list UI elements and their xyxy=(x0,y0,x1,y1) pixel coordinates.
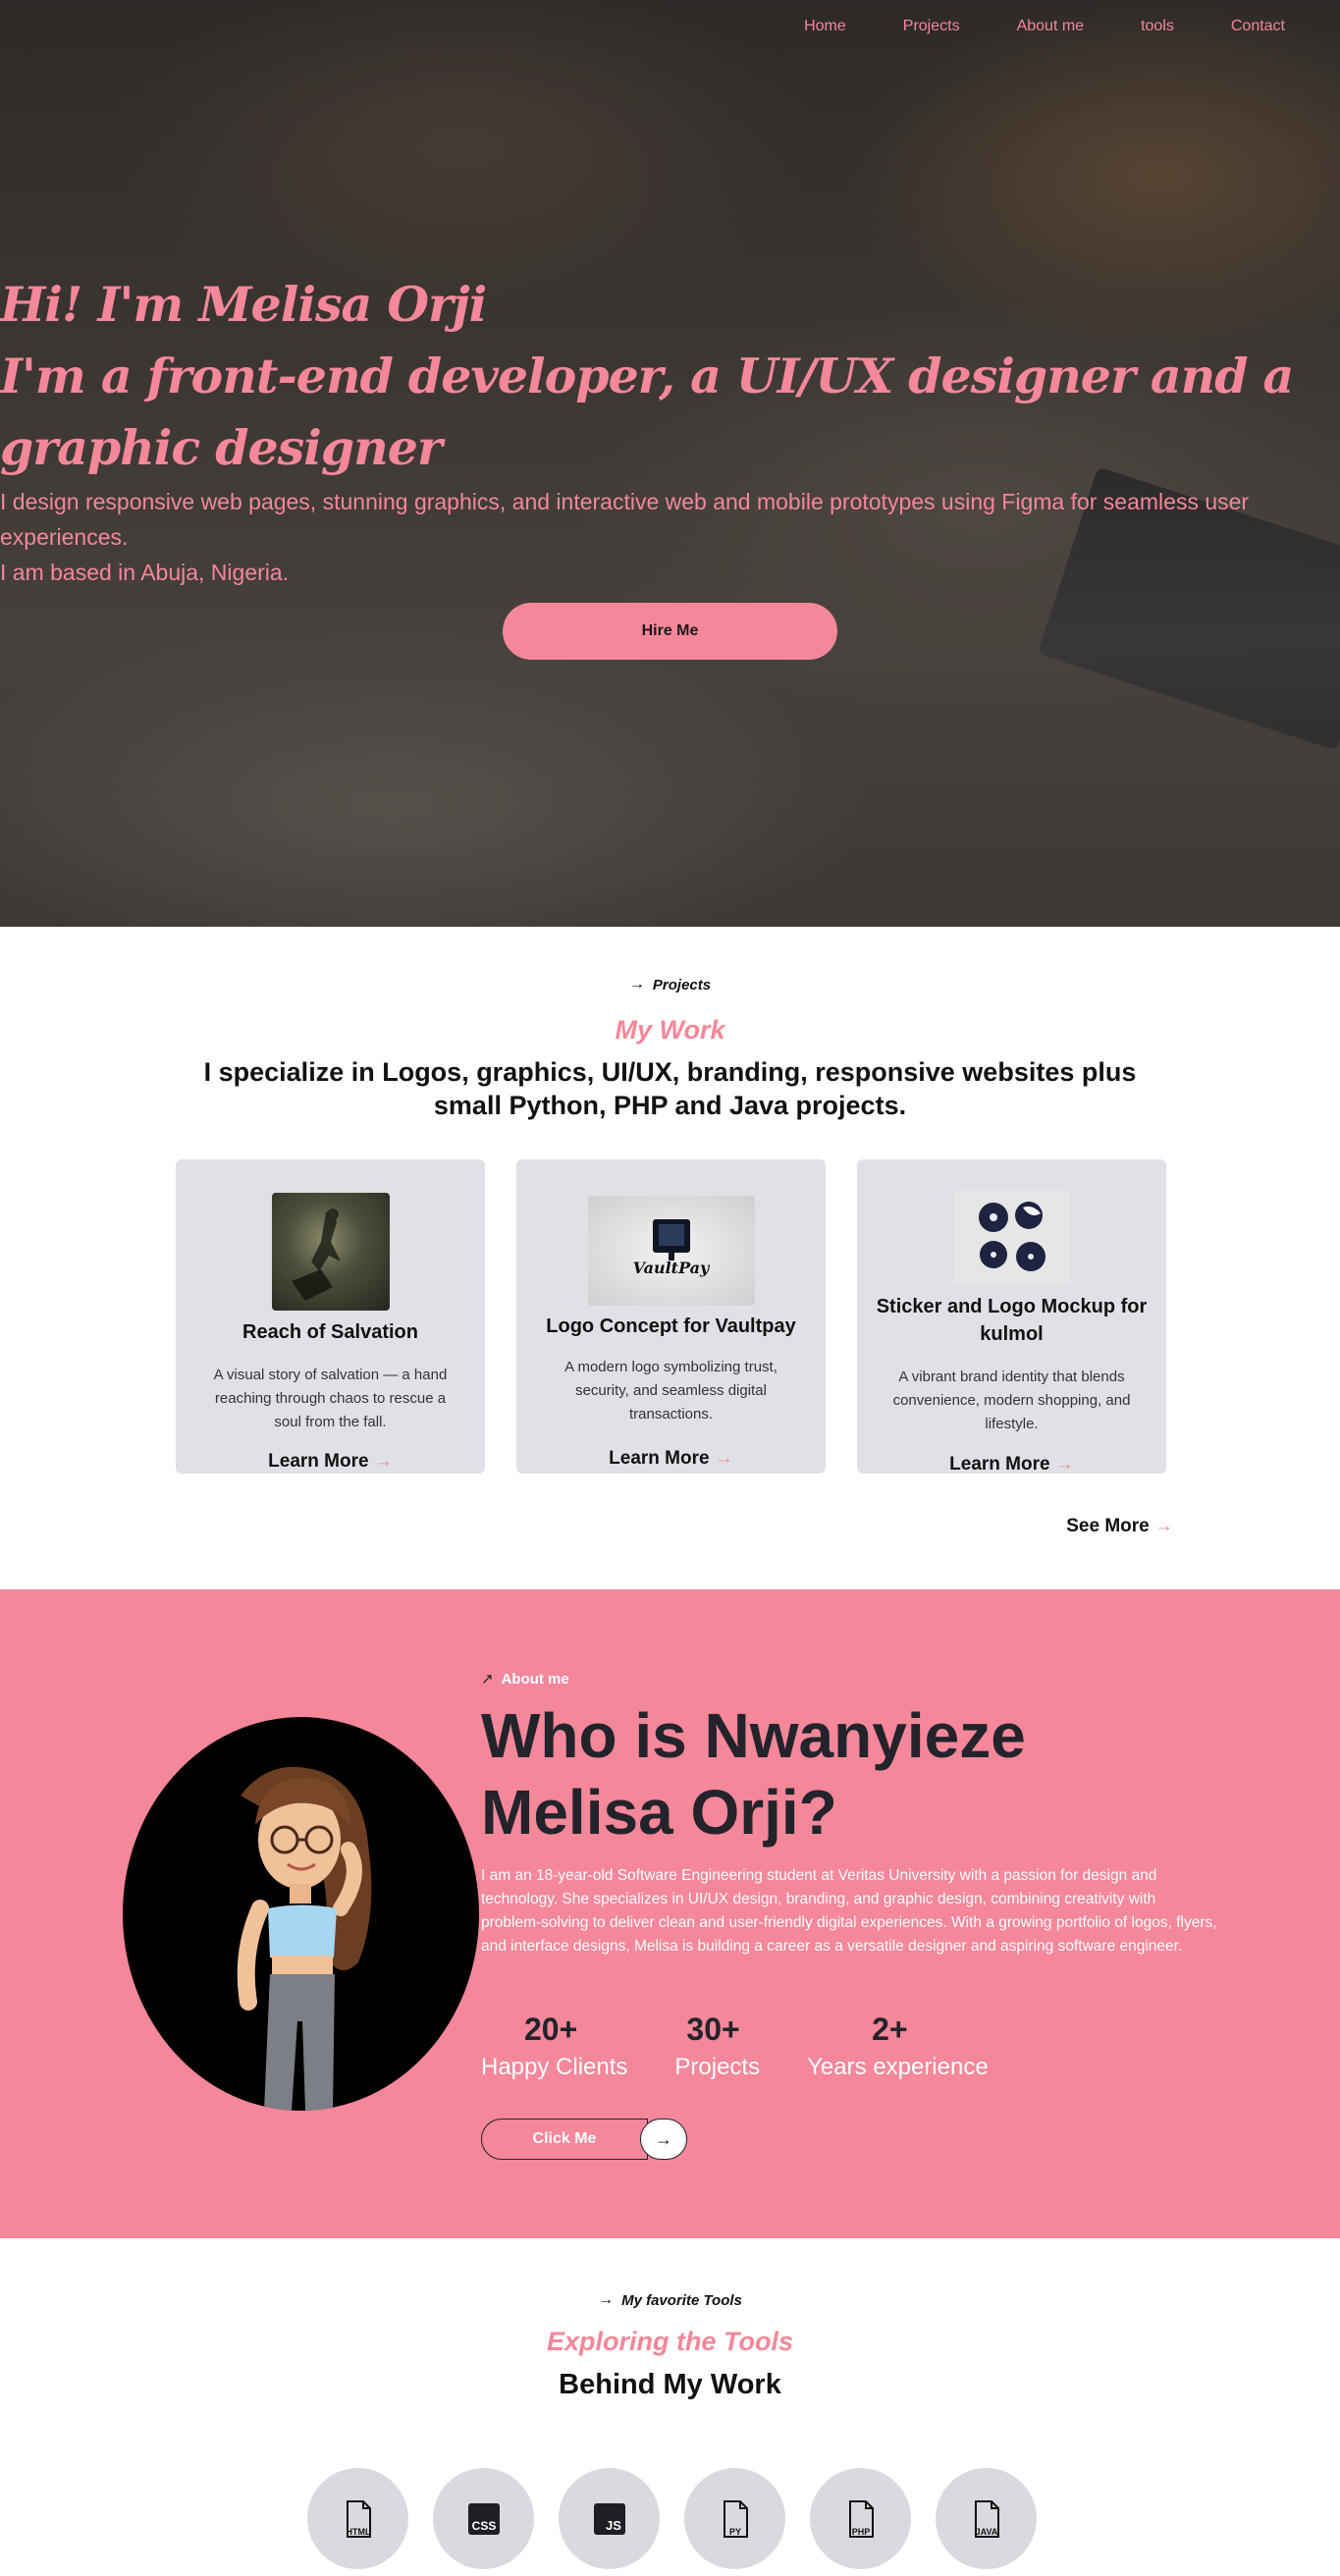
click-me-group: Click Me → xyxy=(481,2119,688,2160)
arrow-right-icon: → xyxy=(714,1448,733,1469)
stats: 20+ Happy Clients 30+ Projects 2+ Years … xyxy=(481,2012,1036,2081)
avatar xyxy=(123,1717,479,2111)
top-nav: Home Projects About me tools Contact xyxy=(747,18,1285,35)
tools-eyebrow: → My favorite Tools xyxy=(0,2291,1340,2309)
css-icon: CSS xyxy=(467,2502,500,2535)
nav-projects-link[interactable]: Projects xyxy=(903,18,960,35)
tool-label: JAVA xyxy=(975,2527,997,2537)
tool-item-css: CSS xyxy=(433,2468,534,2569)
learn-more-label: Learn More xyxy=(609,1448,710,1469)
tool-item-python: PY xyxy=(684,2468,785,2569)
projects-eyebrow-label: Projects xyxy=(652,976,712,993)
stat-item: 2+ Years experience xyxy=(807,2012,989,2081)
nav-home-link[interactable]: Home xyxy=(804,18,846,35)
about-section: ↗ About me Who is Nwanyieze Melisa Orji?… xyxy=(0,1589,1340,2238)
project-card: Sticker and Logo Mockup for kulmol A vib… xyxy=(857,1159,1166,1476)
project-card: Reach of Salvation A visual story of sal… xyxy=(176,1159,485,1474)
stat-value: 2+ xyxy=(872,2012,908,2047)
project-card: VaultPay Logo Concept for Vaultpay A mod… xyxy=(516,1159,826,1474)
vaultpay-logo-text: VaultPay xyxy=(632,1259,710,1277)
project-card-title: Sticker and Logo Mockup for kulmol xyxy=(876,1296,1148,1345)
project-cards: Reach of Salvation A visual story of sal… xyxy=(176,1159,1166,1476)
tools-lead: Behind My Work xyxy=(559,2369,781,2400)
nav-tools-link[interactable]: tools xyxy=(1141,18,1174,35)
about-title: Who is Nwanyieze Melisa Orji? xyxy=(481,1700,1026,1848)
arrow-right-icon: → xyxy=(373,1451,393,1472)
about-text: I am an 18-year-old Software Engineering… xyxy=(481,1867,1217,1955)
stat-value: 20+ xyxy=(524,2012,578,2047)
arrow-right-icon: → xyxy=(1054,1454,1074,1475)
vaultpay-logo-image: VaultPay xyxy=(587,1196,755,1306)
stat-value: 30+ xyxy=(686,2012,740,2047)
tool-list: HTML CSS JS PY PHP JAVA xyxy=(307,2468,1037,2569)
arrow-right-icon[interactable]: → xyxy=(640,2119,687,2160)
tool-item-java: JAVA xyxy=(936,2468,1037,2569)
tool-label: PHP xyxy=(851,2527,870,2537)
nav-contact-link[interactable]: Contact xyxy=(1231,18,1285,35)
project-card-description: A visual story of salvation — a hand rea… xyxy=(213,1367,448,1430)
kulmol-sticker-mockup-image xyxy=(953,1190,1070,1284)
hero-content: Hi! I'm Melisa Orji I'm a front-end deve… xyxy=(0,269,1315,590)
learn-more-label: Learn More xyxy=(949,1454,1050,1475)
tools-subtitle: Exploring the Tools xyxy=(546,2327,793,2356)
html-file-icon: HTML xyxy=(346,2499,371,2538)
tool-label: HTML xyxy=(346,2527,370,2537)
hero-title: Hi! I'm Melisa Orji I'm a front-end deve… xyxy=(0,269,1315,484)
click-me-button[interactable]: Click Me xyxy=(481,2119,648,2160)
php-file-icon: PHP xyxy=(848,2499,874,2538)
learn-more-label: Learn More xyxy=(268,1451,369,1472)
project-card-title: Logo Concept for Vaultpay xyxy=(546,1315,796,1337)
projects-lead: I specialize in Logos, graphics, UI/UX, … xyxy=(203,1057,1137,1120)
tool-item-html: HTML xyxy=(307,2468,408,2569)
project-card-description: A vibrant brand identity that blends con… xyxy=(892,1368,1131,1432)
hero-role: I'm a front-end developer, a UI/UX desig… xyxy=(0,348,1294,476)
stat-item: 20+ Happy Clients xyxy=(481,2012,627,2081)
hero-greeting: Hi! I'm Melisa Orji xyxy=(0,276,487,333)
tools-eyebrow-label: My favorite Tools xyxy=(621,2291,742,2309)
see-more-label: See More xyxy=(1066,1516,1150,1536)
hero-location: I am based in Abuja, Nigeria. xyxy=(0,560,290,585)
arrow-right-icon: → xyxy=(1154,1516,1173,1536)
learn-more-link[interactable]: Learn More → xyxy=(516,1448,826,1470)
tool-item-php: PHP xyxy=(810,2468,911,2569)
projects-subtitle: My Work xyxy=(615,1015,725,1045)
java-file-icon: JAVA xyxy=(974,2499,999,2538)
arrow-right-icon: → xyxy=(628,976,645,993)
learn-more-link[interactable]: Learn More → xyxy=(857,1454,1166,1476)
tool-label: PY xyxy=(728,2527,740,2537)
salvation-artwork-image xyxy=(271,1193,390,1311)
tool-item-js: JS xyxy=(559,2468,660,2569)
stat-label: Projects xyxy=(674,2054,761,2080)
stat-label: Happy Clients xyxy=(481,2054,628,2080)
arrow-right-icon: → xyxy=(598,2291,615,2308)
projects-eyebrow: → Projects xyxy=(0,976,1340,993)
about-eyebrow-label: About me xyxy=(501,1670,569,1688)
projects-section: → Projects My Work I specialize in Logos… xyxy=(0,927,1340,1589)
about-eyebrow: ↗ About me xyxy=(481,1670,569,1689)
hero-section: Home Projects About me tools Contact Hi!… xyxy=(0,0,1340,927)
project-card-title: Reach of Salvation xyxy=(242,1321,418,1343)
nav-about-link[interactable]: About me xyxy=(1017,18,1084,35)
js-icon: JS xyxy=(593,2502,625,2535)
project-card-description: A modern logo symbolizing trust, securit… xyxy=(564,1359,777,1422)
stat-item: 30+ Projects xyxy=(674,2012,760,2081)
learn-more-link[interactable]: Learn More → xyxy=(176,1451,485,1473)
see-more-link[interactable]: See More → xyxy=(1066,1516,1173,1537)
tools-section: → My favorite Tools Exploring the Tools … xyxy=(0,2238,1340,2576)
hire-me-button[interactable]: Hire Me xyxy=(503,603,837,660)
python-file-icon: PY xyxy=(723,2499,748,2538)
tool-label: CSS xyxy=(471,2519,496,2533)
tool-label: JS xyxy=(606,2518,621,2533)
arrow-up-right-icon: ↗ xyxy=(481,1671,494,1688)
stat-label: Years experience xyxy=(807,2054,989,2080)
hero-description: I design responsive web pages, stunning … xyxy=(0,489,1250,550)
